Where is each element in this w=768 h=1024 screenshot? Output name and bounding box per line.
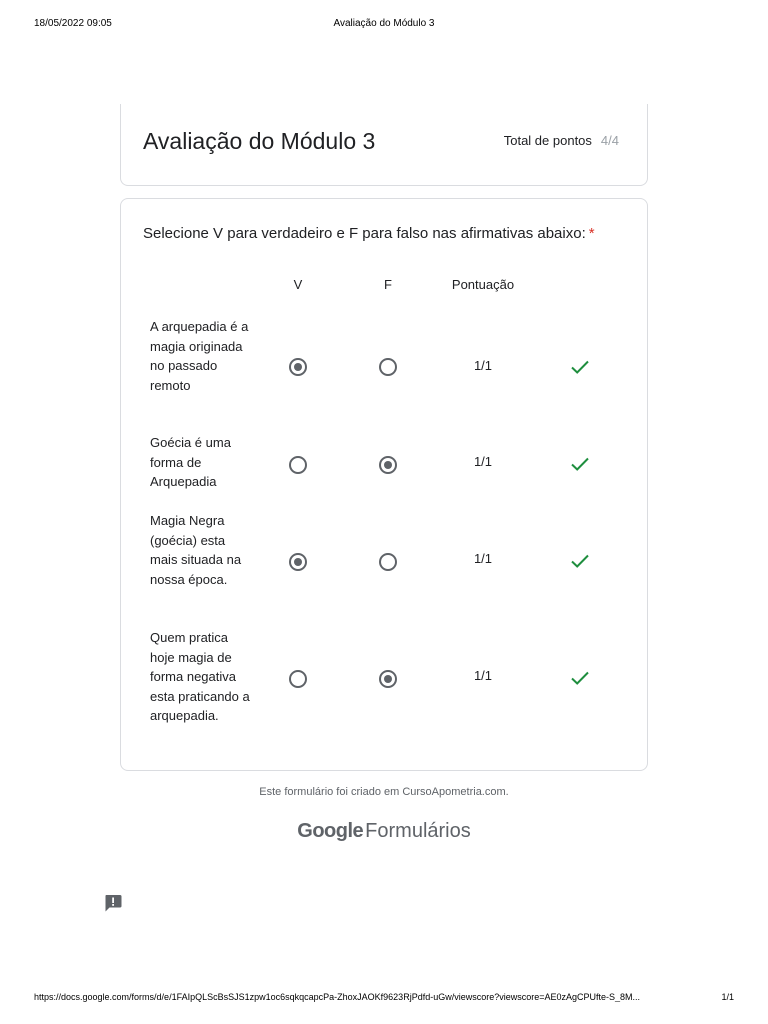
report-problem-icon[interactable] <box>103 893 123 913</box>
grid-row: Goécia é uma forma de Arquepadia 1/1 <box>121 433 649 493</box>
radio-f[interactable] <box>379 553 397 571</box>
print-header: 18/05/2022 09:05 Avaliação do Módulo 3 <box>0 18 768 32</box>
total-score: Total de pontos 4/4 <box>504 133 619 148</box>
row-statement: Goécia é uma forma de Arquepadia <box>150 435 231 489</box>
radio-v[interactable] <box>289 670 307 688</box>
row-statement: Quem pratica hoje magia de forma negativ… <box>150 630 250 723</box>
row-score: 1/1 <box>473 454 493 469</box>
checkmark-icon <box>571 554 589 568</box>
brand-forms: Formulários <box>365 820 471 842</box>
form-title: Avaliação do Módulo 3 <box>143 128 376 154</box>
row-score: 1/1 <box>473 358 493 373</box>
radio-f[interactable] <box>379 670 397 688</box>
row-score: 1/1 <box>473 668 493 683</box>
brand-google: Google <box>297 820 364 842</box>
grid-row: Magia Negra (goécia) esta mais situada n… <box>121 511 649 611</box>
question-text: Selecione V para verdadeiro e F para fal… <box>143 225 586 242</box>
google-forms-logo[interactable]: Google Formulários <box>0 820 768 843</box>
total-score-label: Total de pontos <box>503 133 592 148</box>
column-header-score: Pontuação <box>451 277 515 292</box>
checkmark-icon <box>571 671 589 685</box>
total-score-value: 4/4 <box>600 133 619 148</box>
row-statement: Magia Negra (goécia) esta mais situada n… <box>150 513 242 587</box>
column-header-f: F <box>384 277 392 292</box>
form-header-card: Avaliação do Módulo 3 Total de pontos 4/4 <box>120 104 648 186</box>
row-statement: A arquepadia é a magia originada no pass… <box>150 319 249 393</box>
grid-row: A arquepadia é a magia originada no pass… <box>121 317 649 417</box>
print-url: https://docs.google.com/forms/d/e/1FAIpQ… <box>34 992 641 1002</box>
print-title: Avaliação do Módulo 3 <box>333 18 435 29</box>
radio-v[interactable] <box>289 456 307 474</box>
radio-v[interactable] <box>289 358 307 376</box>
column-header-v: V <box>293 277 303 292</box>
checkmark-icon <box>571 457 589 471</box>
radio-f[interactable] <box>379 456 397 474</box>
checkmark-icon <box>571 360 589 374</box>
radio-v[interactable] <box>289 553 307 571</box>
print-page-number: 1/1 <box>721 992 734 1002</box>
row-score: 1/1 <box>473 551 493 566</box>
grid-row: Quem pratica hoje magia de forma negativ… <box>121 628 649 728</box>
required-asterisk: * <box>588 225 595 242</box>
question-card: Selecione V para verdadeiro e F para fal… <box>120 198 648 771</box>
footer-note: Este formulário foi criado em CursoApome… <box>259 786 509 798</box>
question-title: Selecione V para verdadeiro e F para fal… <box>143 225 595 242</box>
radio-f[interactable] <box>379 358 397 376</box>
